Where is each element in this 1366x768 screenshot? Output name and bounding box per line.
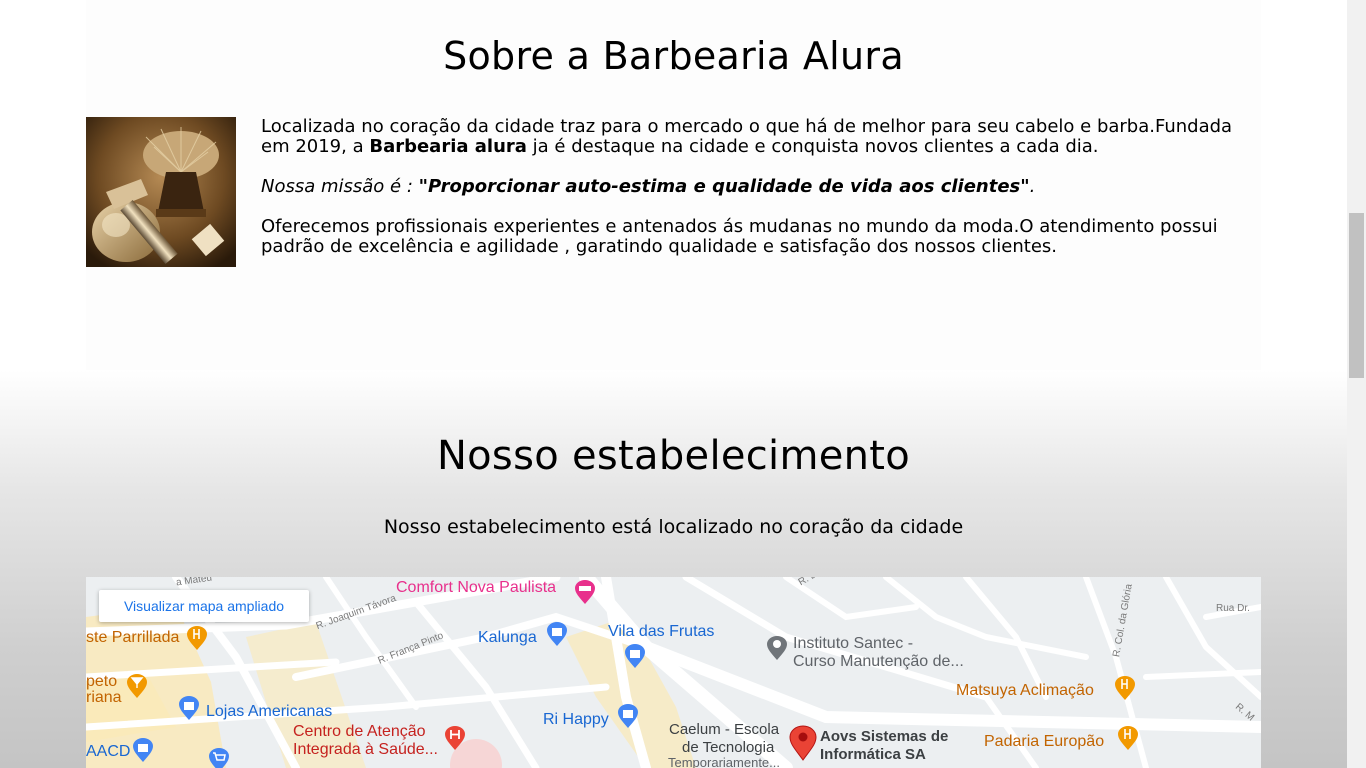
poi-padaria-europao[interactable]: Padaria Europão [984,733,1104,751]
view-larger-map-link[interactable]: Visualizar mapa ampliado [99,590,309,622]
establishment-subtitle: Nosso estabelecimento está localizado no… [383,516,964,538]
about-title: Sobre a Barbearia Alura [443,34,904,78]
poi-kalunga[interactable]: Kalunga [478,629,537,647]
shopping-icon [132,737,154,763]
shopping-icon [624,643,646,669]
page: Sobre a Barbearia Alura Localizada no co… [0,0,1347,768]
poi-caelum-status: Temporariamente... [668,755,780,768]
mission-end: . [1029,176,1036,197]
poi-instituto-santec[interactable]: Instituto Santec - [793,635,913,653]
brand-name: Barbearia alura [369,136,527,157]
mission-label: Nossa missão é : [261,176,419,197]
poi-vila-das-frutas[interactable]: Vila das Frutas [608,623,714,641]
embedded-map[interactable]: Visualizar mapa ampliado a Mateu R. Joaq… [86,577,1261,768]
street-label: Rua Dr. [1216,603,1250,614]
restaurant-icon [186,625,208,651]
mission-quote: "Proporcionar auto-estima e qualidade de… [418,176,1030,197]
poi-centro-atencao-line2: Integrada à Saúde... [293,741,438,758]
about-section: Sobre a Barbearia Alura Localizada no co… [86,0,1261,370]
poi-lojas-americanas[interactable]: Lojas Americanas [206,703,332,721]
poi-ri-happy[interactable]: Ri Happy [543,711,609,729]
poi-instituto-santec-line2: Curso Manutenção de... [793,653,964,670]
intro-text-end: ja é destaque na cidade e conquista novo… [526,136,1099,157]
vertical-scrollbar[interactable] [1347,0,1366,768]
about-paragraph-intro: Localizada no coração da cidade traz par… [261,117,1246,157]
hotel-icon [574,579,596,605]
poi-matsuya[interactable]: Matsuya Aclimação [956,682,1094,700]
shopping-cart-icon [208,747,230,768]
shopping-icon [178,695,200,721]
location-marker-icon[interactable] [789,725,817,761]
restaurant-icon [1114,675,1136,701]
poi-aacd[interactable]: AACD [86,743,130,761]
hospital-icon [444,725,466,751]
poi-caelum-line2: de Tecnologia [682,739,775,756]
poi-comfort-nova-paulista[interactable]: Comfort Nova Paulista [396,579,556,597]
mission-paragraph: Nossa missão é : "Proporcionar auto-esti… [261,177,1246,197]
poi-espeto-line2: riana [86,689,122,706]
poi-centro-atencao[interactable]: Centro de Atenção [293,723,426,741]
services-paragraph: Oferecemos profissionais experientes e a… [261,216,1218,257]
poi-parrillada[interactable]: ste Parrillada [86,629,179,647]
shopping-icon [546,621,568,647]
poi-caelum[interactable]: Caelum - Escola [669,721,779,738]
poi-aovs-sistemas-line2: Informática SA [820,746,926,763]
about-text: Localizada no coração da cidade traz par… [261,117,1246,277]
establishment-title: Nosso estabelecimento [436,433,911,479]
bar-icon [126,673,148,699]
scrollbar-thumb[interactable] [1349,213,1364,378]
shopping-icon [617,703,639,729]
place-icon [766,635,788,661]
barber-tools-image [86,117,236,267]
poi-aovs-sistemas[interactable]: Aovs Sistemas de [820,728,948,745]
restaurant-icon [1117,725,1139,751]
